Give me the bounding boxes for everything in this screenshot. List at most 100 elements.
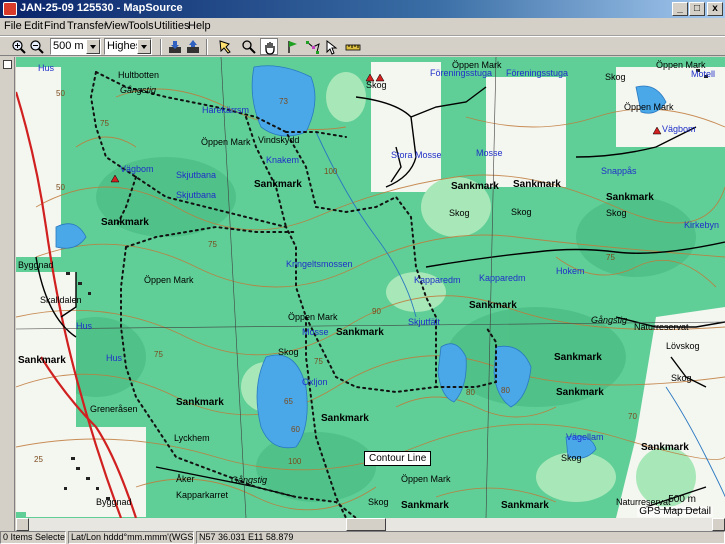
elevation-label: 90 xyxy=(372,307,381,316)
map-label: Lyckhem xyxy=(174,433,210,443)
map-label: Öppen Mark xyxy=(288,312,338,322)
zoom-in-icon[interactable] xyxy=(10,38,28,55)
scrollbar-thumb[interactable] xyxy=(346,518,386,531)
chevron-down-icon[interactable] xyxy=(86,39,100,54)
toolbar-separator xyxy=(206,39,208,55)
map-label: Skog xyxy=(511,207,532,217)
map-label: Skjutfält xyxy=(408,317,441,327)
detail-level-select[interactable]: Highest xyxy=(104,38,152,55)
map-label: Skalldalen xyxy=(40,295,82,305)
map-label: Skog xyxy=(449,208,470,218)
elevation-label: 73 xyxy=(279,97,288,106)
map-label: Åker xyxy=(176,474,195,484)
map-label: Lövskog xyxy=(666,341,700,351)
map-label: Sankmark xyxy=(469,300,517,311)
menu-file[interactable]: File xyxy=(4,20,22,32)
pan-tool-icon[interactable] xyxy=(260,38,278,55)
send-to-device-icon[interactable] xyxy=(184,38,202,55)
map-view[interactable]: Hultbotten Gångstig Harekärrsm Öppen Mar… xyxy=(16,57,725,518)
map-label: Vägbom xyxy=(120,164,154,174)
map-label: Skog xyxy=(278,347,299,357)
status-position-format: Lat/Lon hddd°mm.mmm'(WGS 84) xyxy=(68,531,194,544)
menu-tools[interactable]: Tools xyxy=(128,20,154,32)
map-label: Knakem xyxy=(266,155,300,165)
pointer-tool-icon[interactable] xyxy=(322,38,340,55)
elevation-label: 100 xyxy=(324,167,338,176)
title-bar[interactable]: JAN-25-09 125530 - MapSource _ □ x xyxy=(0,0,725,18)
map-scale-label: 500 m xyxy=(668,494,696,505)
map-label: Öppen Mark xyxy=(401,474,451,484)
zoom-tool-icon[interactable] xyxy=(240,38,258,55)
route-tool-icon[interactable] xyxy=(304,38,322,55)
map-label: Sankmark xyxy=(501,500,549,511)
map-label: Sankmark xyxy=(556,387,604,398)
scroll-left-button[interactable] xyxy=(16,518,29,531)
menu-find[interactable]: Find xyxy=(44,20,65,32)
window-title: JAN-25-09 125530 - MapSource xyxy=(20,2,183,14)
receive-from-device-icon[interactable] xyxy=(166,38,184,55)
map-label: Greneråsen xyxy=(90,404,138,414)
app-icon[interactable] xyxy=(3,2,17,16)
map-label: Sankmark xyxy=(321,413,369,424)
horizontal-scrollbar[interactable] xyxy=(16,518,725,531)
menu-help[interactable]: Help xyxy=(188,20,211,32)
maximize-button[interactable]: □ xyxy=(689,2,705,16)
map-label: Skjutbana xyxy=(176,170,217,180)
map-detail-credit: GPS Map Detail xyxy=(637,506,713,517)
menu-view[interactable]: View xyxy=(105,20,129,32)
chevron-down-icon[interactable] xyxy=(137,39,151,54)
map-label: Föreningsstuga xyxy=(506,68,569,78)
zoom-out-icon[interactable] xyxy=(28,38,46,55)
map-label: Hultbotten xyxy=(118,70,160,80)
minimize-button[interactable]: _ xyxy=(672,2,688,16)
distance-tool-icon[interactable] xyxy=(344,38,362,55)
map-label: Sankmark xyxy=(254,179,302,190)
elevation-label: 60 xyxy=(291,425,300,434)
map-label: Kapparkarret xyxy=(176,490,229,500)
map-label: Hus xyxy=(38,63,55,73)
map-label: Stora Mosse xyxy=(391,150,442,160)
elevation-label: 70 xyxy=(628,412,637,421)
menu-transfer[interactable]: Transfer xyxy=(67,20,108,32)
elevation-label: 80 xyxy=(466,388,475,397)
menu-edit[interactable]: Edit xyxy=(24,20,43,32)
map-label: Öppen Mark xyxy=(624,102,674,112)
map-label: Kapparedm xyxy=(479,273,526,283)
map-label: Motell xyxy=(691,69,716,79)
map-label: Oxljon xyxy=(302,377,328,387)
map-label: Sankmark xyxy=(606,192,654,203)
menu-bar: File Edit Find Transfer View Tools Utili… xyxy=(0,18,725,36)
elevation-label: 75 xyxy=(208,240,217,249)
map-label: Hokem xyxy=(556,266,585,276)
map-label: Skog xyxy=(561,453,582,463)
scroll-right-button[interactable] xyxy=(712,518,725,531)
map-label: Sankmark xyxy=(176,397,224,408)
map-label: Vägellam xyxy=(566,432,604,442)
expand-panel-icon[interactable] xyxy=(3,60,12,69)
menu-utilities[interactable]: Utilities xyxy=(154,20,189,32)
selection-tool-icon[interactable] xyxy=(216,38,234,55)
map-label: Skog xyxy=(605,72,626,82)
zoom-scale-select[interactable]: 500 m xyxy=(50,38,101,55)
map-label: Harekärrsm xyxy=(202,105,250,115)
topographic-map-canvas[interactable] xyxy=(16,57,725,518)
map-label: Snappås xyxy=(601,166,637,176)
map-label: Naturreservat xyxy=(634,322,689,332)
map-label: Sankmark xyxy=(336,327,384,338)
elevation-label: 80 xyxy=(501,386,510,395)
elevation-label: 75 xyxy=(100,119,109,128)
close-button[interactable]: x xyxy=(707,2,723,16)
map-label: Skog xyxy=(366,80,387,90)
map-label: Mosse xyxy=(476,148,503,158)
map-label: Kringeltsmossen xyxy=(286,259,353,269)
status-coordinates: N57 36.031 E11 58.879 xyxy=(196,531,725,544)
map-label: Kirkebyn xyxy=(684,220,720,230)
map-label: Hus xyxy=(106,353,123,363)
toolbar-separator xyxy=(160,39,162,55)
map-label: Hus xyxy=(76,321,93,331)
map-label: Öppen Mark xyxy=(144,275,194,285)
waypoint-tool-icon[interactable] xyxy=(284,38,302,55)
zoom-scale-value: 500 m xyxy=(53,40,84,52)
side-panel-toggle[interactable] xyxy=(0,57,15,531)
map-label: Gångstig xyxy=(591,315,628,325)
